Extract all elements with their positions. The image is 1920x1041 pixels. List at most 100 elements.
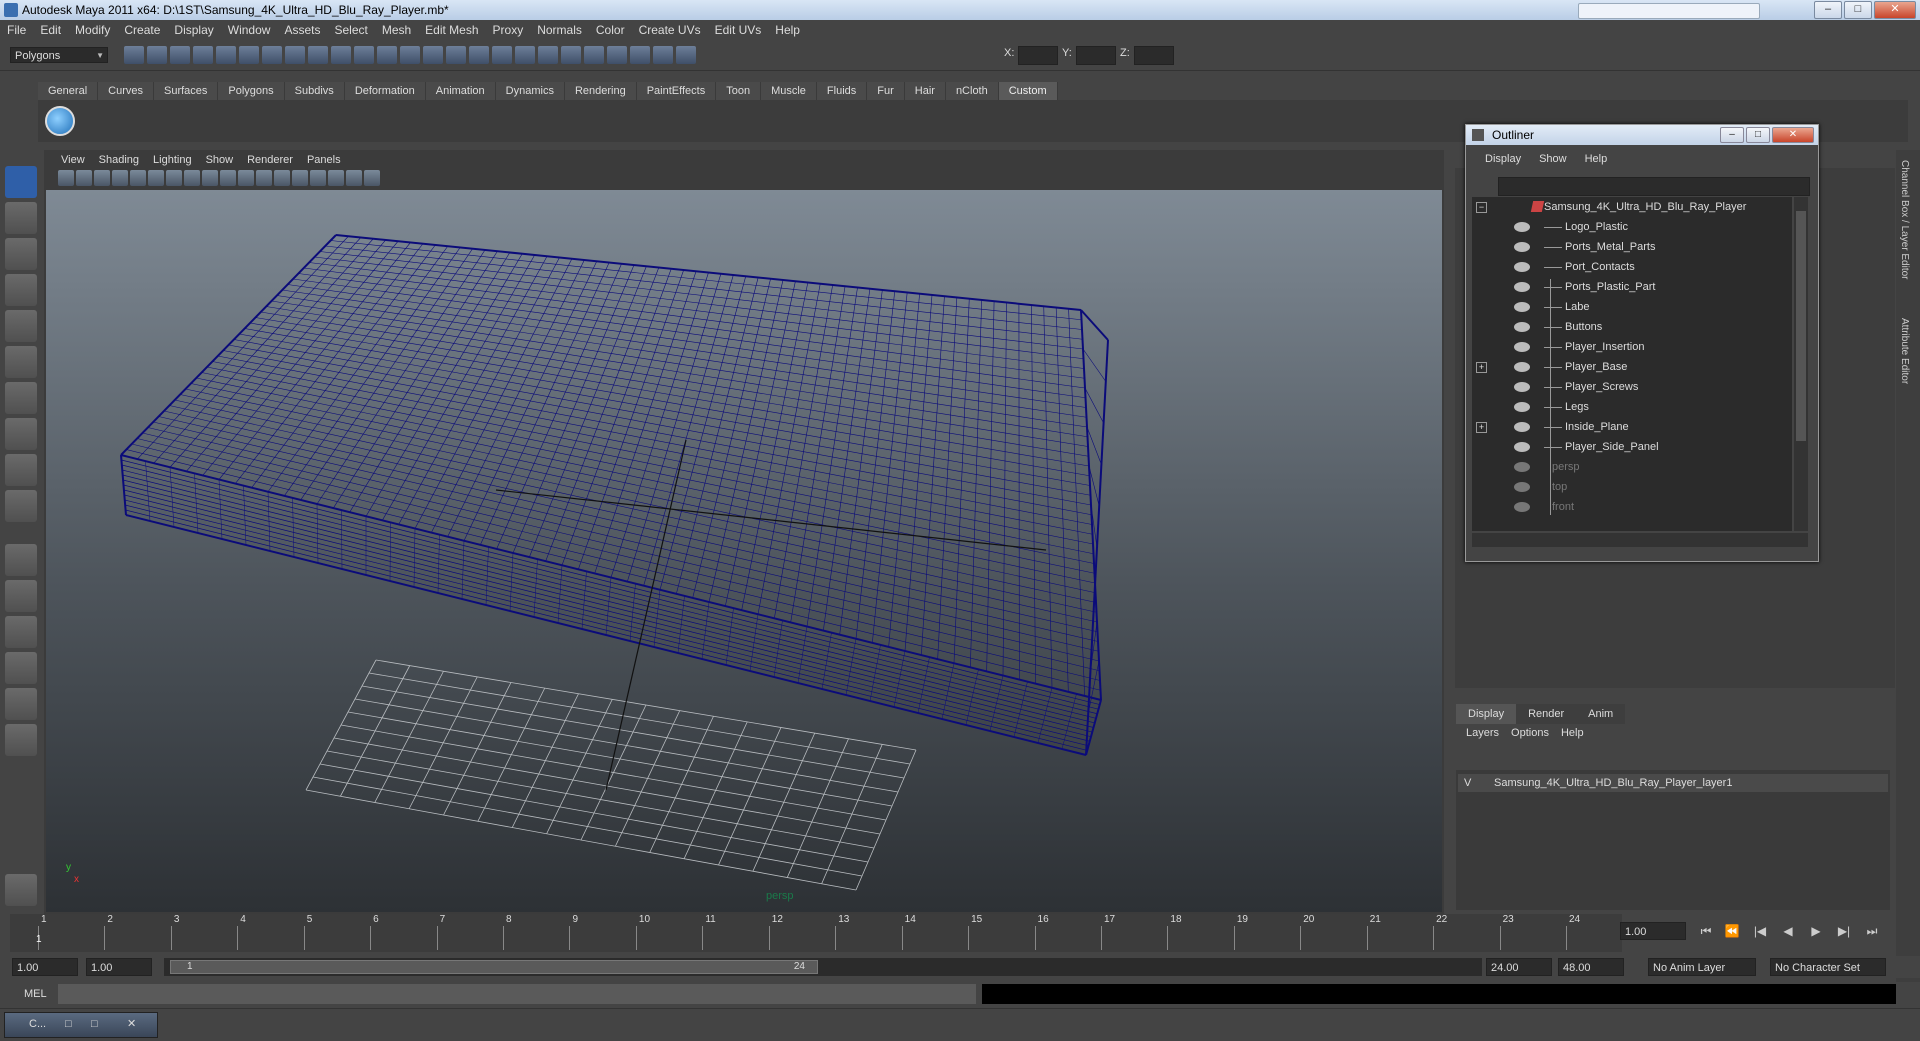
menu-proxy[interactable]: Proxy bbox=[486, 23, 531, 37]
select-object-icon[interactable] bbox=[216, 46, 236, 64]
outliner-item[interactable]: Logo_Plastic bbox=[1472, 217, 1792, 237]
resolution-gate-icon[interactable] bbox=[148, 170, 164, 186]
play-backwards-button[interactable]: ◀ bbox=[1778, 924, 1798, 940]
four-pane-layout-icon[interactable] bbox=[5, 580, 37, 612]
layer-menu-layers[interactable]: Layers bbox=[1460, 727, 1505, 739]
character-set-dropdown[interactable]: No Character Set bbox=[1770, 958, 1886, 976]
menu-display[interactable]: Display bbox=[167, 23, 220, 37]
flat-shade-icon[interactable] bbox=[220, 170, 236, 186]
animation-start-field[interactable]: 1.00 bbox=[12, 958, 78, 976]
range-slider-handle[interactable]: 1 24 bbox=[170, 960, 818, 974]
select-tool-icon[interactable] bbox=[5, 166, 37, 198]
tab-subdivs[interactable]: Subdivs bbox=[285, 82, 345, 100]
channel-box-toggle-icon[interactable] bbox=[584, 46, 604, 64]
snap-plane-icon[interactable] bbox=[331, 46, 351, 64]
tab-ncloth[interactable]: nCloth bbox=[946, 82, 999, 100]
side-tab-attribute-editor[interactable]: Attribute Editor bbox=[1899, 318, 1910, 384]
frame-all-icon[interactable] bbox=[346, 170, 362, 186]
menu-edit-mesh[interactable]: Edit Mesh bbox=[418, 23, 485, 37]
magnet-icon[interactable] bbox=[423, 46, 443, 64]
history-icon[interactable] bbox=[377, 46, 397, 64]
xray-icon[interactable] bbox=[238, 170, 254, 186]
hud-toggle-icon[interactable] bbox=[364, 170, 380, 186]
layer-menu-help[interactable]: Help bbox=[1555, 727, 1590, 739]
film-gate-icon[interactable] bbox=[130, 170, 146, 186]
grid-toggle-icon[interactable] bbox=[166, 170, 182, 186]
minimized-window[interactable]: C... □ □ ✕ bbox=[4, 1012, 158, 1038]
viewport-menu-view[interactable]: View bbox=[54, 152, 92, 168]
menu-create[interactable]: Create bbox=[117, 23, 167, 37]
collapse-icon[interactable]: − bbox=[1476, 202, 1487, 213]
side-tab-channel-box[interactable]: Channel Box / Layer Editor bbox=[1899, 160, 1910, 280]
viewport-menu-renderer[interactable]: Renderer bbox=[240, 152, 300, 168]
new-scene-icon[interactable] bbox=[124, 46, 144, 64]
outliner-camera-item[interactable]: persp bbox=[1472, 457, 1792, 477]
menu-help[interactable]: Help bbox=[768, 23, 807, 37]
expand-icon[interactable]: + bbox=[1476, 422, 1487, 433]
save-scene-icon[interactable] bbox=[170, 46, 190, 64]
command-language-label[interactable]: MEL bbox=[24, 988, 47, 1000]
anim-layer-dropdown[interactable]: No Anim Layer bbox=[1648, 958, 1756, 976]
outliner-menu-help[interactable]: Help bbox=[1576, 153, 1617, 165]
wireframe-icon[interactable] bbox=[184, 170, 200, 186]
input-ops-icon[interactable] bbox=[538, 46, 558, 64]
scale-tool-icon[interactable] bbox=[5, 346, 37, 378]
outliner-persp-layout-icon[interactable] bbox=[5, 616, 37, 648]
universal-manipulator-icon[interactable] bbox=[5, 382, 37, 414]
outliner-vertical-scrollbar[interactable] bbox=[1794, 197, 1808, 531]
tab-dynamics[interactable]: Dynamics bbox=[496, 82, 565, 100]
menu-create-uvs[interactable]: Create UVs bbox=[632, 23, 708, 37]
rotate-tool-icon[interactable] bbox=[5, 310, 37, 342]
outliner-item[interactable]: Player_Screws bbox=[1472, 377, 1792, 397]
outliner-item[interactable]: Ports_Plastic_Part bbox=[1472, 277, 1792, 297]
outliner-item[interactable]: Labe bbox=[1472, 297, 1792, 317]
tool-settings-toggle-icon[interactable] bbox=[630, 46, 650, 64]
tab-display-layers[interactable]: Display bbox=[1456, 704, 1516, 724]
move-tool-icon[interactable] bbox=[5, 274, 37, 306]
render-settings-icon[interactable] bbox=[492, 46, 512, 64]
bookmarks-icon[interactable] bbox=[94, 170, 110, 186]
last-tool-icon[interactable] bbox=[5, 490, 37, 522]
layer-row[interactable]: V Samsung_4K_Ultra_HD_Blu_Ray_Player_lay… bbox=[1458, 774, 1888, 792]
layer-visibility-toggle[interactable]: V bbox=[1464, 774, 1471, 792]
single-pane-layout-icon[interactable] bbox=[5, 544, 37, 576]
select-component-icon[interactable] bbox=[239, 46, 259, 64]
viewport-menu-show[interactable]: Show bbox=[199, 152, 241, 168]
outliner-item[interactable]: Legs bbox=[1472, 397, 1792, 417]
outliner-item[interactable]: Buttons bbox=[1472, 317, 1792, 337]
viewport-menu-shading[interactable]: Shading bbox=[92, 152, 146, 168]
isolate-select-icon[interactable] bbox=[310, 170, 326, 186]
hypershade-icon[interactable] bbox=[515, 46, 535, 64]
menu-normals[interactable]: Normals bbox=[530, 23, 589, 37]
close-button[interactable]: ✕ bbox=[1874, 1, 1916, 19]
step-forward-frame-button[interactable]: ▶| bbox=[1834, 924, 1854, 940]
outliner-camera-item[interactable]: top bbox=[1472, 477, 1792, 497]
tab-fluids[interactable]: Fluids bbox=[817, 82, 867, 100]
tab-toon[interactable]: Toon bbox=[716, 82, 761, 100]
viewport-menu-panels[interactable]: Panels bbox=[300, 152, 348, 168]
tab-fur[interactable]: Fur bbox=[867, 82, 905, 100]
shadows-icon[interactable] bbox=[292, 170, 308, 186]
modeling-toolkit-icon[interactable] bbox=[653, 46, 673, 64]
hypershade-persp-layout-icon[interactable] bbox=[5, 688, 37, 720]
scrollbar-thumb[interactable] bbox=[1796, 211, 1806, 441]
menu-color[interactable]: Color bbox=[589, 23, 632, 37]
show-manipulator-icon[interactable] bbox=[5, 454, 37, 486]
graph-persp-layout-icon[interactable] bbox=[5, 652, 37, 684]
lasso-tool-icon[interactable] bbox=[5, 202, 37, 234]
camera-attributes-icon[interactable] bbox=[76, 170, 92, 186]
smooth-shade-icon[interactable] bbox=[202, 170, 218, 186]
command-input[interactable] bbox=[58, 984, 976, 1004]
tab-deformation[interactable]: Deformation bbox=[345, 82, 426, 100]
tab-hair[interactable]: Hair bbox=[905, 82, 946, 100]
outliner-maximize-button[interactable]: □ bbox=[1746, 127, 1770, 143]
render-icon[interactable] bbox=[446, 46, 466, 64]
outliner-item-root[interactable]: − Samsung_4K_Ultra_HD_Blu_Ray_Player bbox=[1472, 197, 1792, 217]
outliner-menu-display[interactable]: Display bbox=[1476, 153, 1530, 165]
outliner-camera-item[interactable]: front bbox=[1472, 497, 1792, 517]
menu-set-dropdown[interactable]: Polygons bbox=[10, 47, 108, 63]
tab-muscle[interactable]: Muscle bbox=[761, 82, 817, 100]
tab-anim-layers[interactable]: Anim bbox=[1576, 704, 1625, 724]
layer-menu-options[interactable]: Options bbox=[1505, 727, 1555, 739]
minimized-maximize-icon[interactable]: □ bbox=[91, 1013, 98, 1035]
